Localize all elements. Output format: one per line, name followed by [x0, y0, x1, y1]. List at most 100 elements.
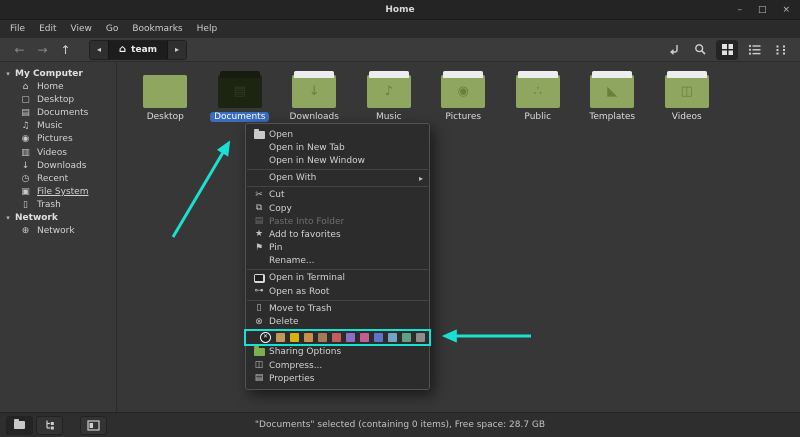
- file-downloads[interactable]: ↓ Downloads: [277, 68, 352, 122]
- sidebar-item-downloads[interactable]: ↓ Downloads: [0, 159, 116, 172]
- minimize-button[interactable]: –: [737, 5, 742, 15]
- menu-item-pin[interactable]: ⚑ Pin: [246, 242, 429, 255]
- folder-color-swatch-2[interactable]: [290, 332, 299, 342]
- menu-item-properties[interactable]: ▤ Properties: [246, 372, 429, 385]
- key-icon: ⊶: [254, 286, 264, 297]
- breadcrumb-label: team: [131, 44, 158, 55]
- edit-location-button[interactable]: [662, 40, 684, 60]
- folder-color-swatch-1[interactable]: [276, 332, 285, 342]
- search-button[interactable]: [689, 40, 711, 60]
- compact-view-button[interactable]: [770, 40, 792, 60]
- file-label: Pictures: [445, 112, 482, 122]
- download-icon: ↓: [21, 160, 30, 171]
- folder-color-swatch-10[interactable]: [402, 332, 411, 342]
- network-icon: ⊕: [21, 226, 30, 237]
- back-button[interactable]: ←: [8, 44, 31, 56]
- sidebar-item-recent[interactable]: ◷ Recent: [0, 172, 116, 185]
- sidebar-item-music[interactable]: ♫ Music: [0, 120, 116, 133]
- menu-item-cut[interactable]: ✂ Cut: [246, 189, 429, 202]
- clear-folder-color-button[interactable]: ✕: [260, 331, 271, 343]
- menubar-item-file[interactable]: File: [3, 22, 32, 36]
- menu-item-open-in-terminal[interactable]: Open in Terminal: [246, 272, 429, 285]
- menu-item-label: Sharing Options: [269, 347, 342, 358]
- menu-item-rename[interactable]: Rename...: [246, 255, 429, 268]
- menu-item-sharing-options[interactable]: Sharing Options: [246, 346, 429, 359]
- list-view-button[interactable]: [743, 40, 765, 60]
- expander-icon[interactable]: ▾: [4, 70, 12, 78]
- file-desktop[interactable]: Desktop: [128, 68, 203, 122]
- menu-item-label: Move to Trash: [269, 303, 332, 314]
- forward-button[interactable]: →: [31, 44, 54, 56]
- sidebar-item-label: Pictures: [37, 134, 73, 145]
- folder-color-swatch-11[interactable]: [416, 332, 425, 342]
- menubar-item-edit[interactable]: Edit: [32, 22, 63, 36]
- grid-view-icon: [721, 44, 733, 55]
- menu-item-delete[interactable]: ⊗ Delete: [246, 315, 429, 328]
- sidebar-item-trash[interactable]: ▯ Trash: [0, 199, 116, 212]
- desktop-icon: ▢: [21, 94, 30, 105]
- sidebar-item-documents[interactable]: ▤ Documents: [0, 106, 116, 119]
- menu-item-label: Open: [269, 129, 294, 140]
- menubar-item-help[interactable]: Help: [190, 22, 225, 36]
- folder-color-swatch-5[interactable]: [332, 332, 341, 342]
- folder-color-swatch-7[interactable]: [360, 332, 369, 342]
- menu-item-open-in-new-tab[interactable]: Open in New Tab: [246, 141, 429, 154]
- sidebar-item-label: File System: [37, 187, 89, 198]
- breadcrumb-prev-button[interactable]: ◂: [90, 40, 108, 59]
- clipboard-icon: ▤: [254, 216, 264, 227]
- folder-color-swatch-6[interactable]: [346, 332, 355, 342]
- menu-item-compress[interactable]: ◫ Compress...: [246, 359, 429, 372]
- folder-color-swatch-9[interactable]: [388, 332, 397, 342]
- menu-item-add-to-favorites[interactable]: ★ Add to favorites: [246, 228, 429, 241]
- folder-emblem-documents: ▤: [233, 84, 246, 99]
- file-public[interactable]: ∴ Public: [501, 68, 576, 122]
- menu-item-open-in-new-window[interactable]: Open in New Window: [246, 154, 429, 167]
- menu-item-label: Open as Root: [269, 286, 330, 297]
- menu-item-open-as-root[interactable]: ⊶ Open as Root: [246, 285, 429, 298]
- menubar-item-go[interactable]: Go: [99, 22, 125, 36]
- folder-emblem-music: ♪: [384, 84, 393, 99]
- menu-item-open[interactable]: Open: [246, 128, 429, 141]
- file-documents[interactable]: ▤ Documents: [203, 68, 278, 122]
- sidebar-item-pictures[interactable]: ◉ Pictures: [0, 133, 116, 146]
- file-music[interactable]: ♪ Music: [352, 68, 427, 122]
- sidebar-section-network[interactable]: ▾ Network: [0, 212, 116, 225]
- expander-icon[interactable]: ▾: [4, 214, 12, 222]
- menu-item-move-to-trash[interactable]: ▯ Move to Trash: [246, 302, 429, 315]
- copy-icon: ⧉: [255, 203, 263, 214]
- status-text: "Documents" selected (containing 0 items…: [254, 420, 546, 430]
- sidebar-item-network[interactable]: ⊕ Network: [0, 225, 116, 238]
- menubar-item-view[interactable]: View: [64, 22, 99, 36]
- breadcrumb-next-button[interactable]: ▸: [168, 40, 187, 59]
- menu-item-copy[interactable]: ⧉ Copy: [246, 202, 429, 215]
- file-templates[interactable]: ◣ Templates: [575, 68, 650, 122]
- maximize-button[interactable]: □: [758, 5, 767, 15]
- folder-color-swatch-3[interactable]: [304, 332, 313, 342]
- sidebar-item-file-system[interactable]: ▣ File System: [0, 186, 116, 199]
- folder-icon: ◫: [664, 71, 709, 108]
- grid-view-button[interactable]: [716, 39, 738, 60]
- sidebar-section-my-computer[interactable]: ▾ My Computer: [0, 67, 116, 80]
- menubar-item-bookmarks[interactable]: Bookmarks: [125, 22, 189, 36]
- sidebar-item-label: Videos: [37, 147, 67, 158]
- up-button[interactable]: ↑: [54, 44, 77, 56]
- close-button[interactable]: ×: [782, 5, 790, 15]
- shared-folder-icon: [253, 346, 265, 357]
- statusbar: "Documents" selected (containing 0 items…: [0, 412, 800, 437]
- sidebar-item-videos[interactable]: ▥ Videos: [0, 146, 116, 159]
- breadcrumb-segment-team[interactable]: ⌂ team: [108, 40, 169, 59]
- file-pictures[interactable]: ◉ Pictures: [426, 68, 501, 122]
- home-icon: ⌂: [119, 44, 127, 55]
- compact-view-icon: [776, 45, 785, 55]
- sidebar-item-desktop[interactable]: ▢ Desktop: [0, 93, 116, 106]
- menu-separator: [247, 169, 428, 171]
- sidebar-item-home[interactable]: ⌂ Home: [0, 80, 116, 93]
- folder-color-swatch-4[interactable]: [318, 332, 327, 342]
- file-videos[interactable]: ◫ Videos: [650, 68, 725, 122]
- folder-color-swatch-8[interactable]: [374, 332, 383, 342]
- video-icon: ▥: [21, 147, 30, 158]
- icon-view[interactable]: Desktop ▤ Documents ↓ Downloads ♪ Music ◉ Pictur…: [117, 62, 800, 412]
- menu-item-label: Pin: [269, 243, 283, 254]
- sidebar-item-label: Network: [37, 226, 75, 237]
- menu-item-open-with[interactable]: Open With ▸: [246, 172, 429, 185]
